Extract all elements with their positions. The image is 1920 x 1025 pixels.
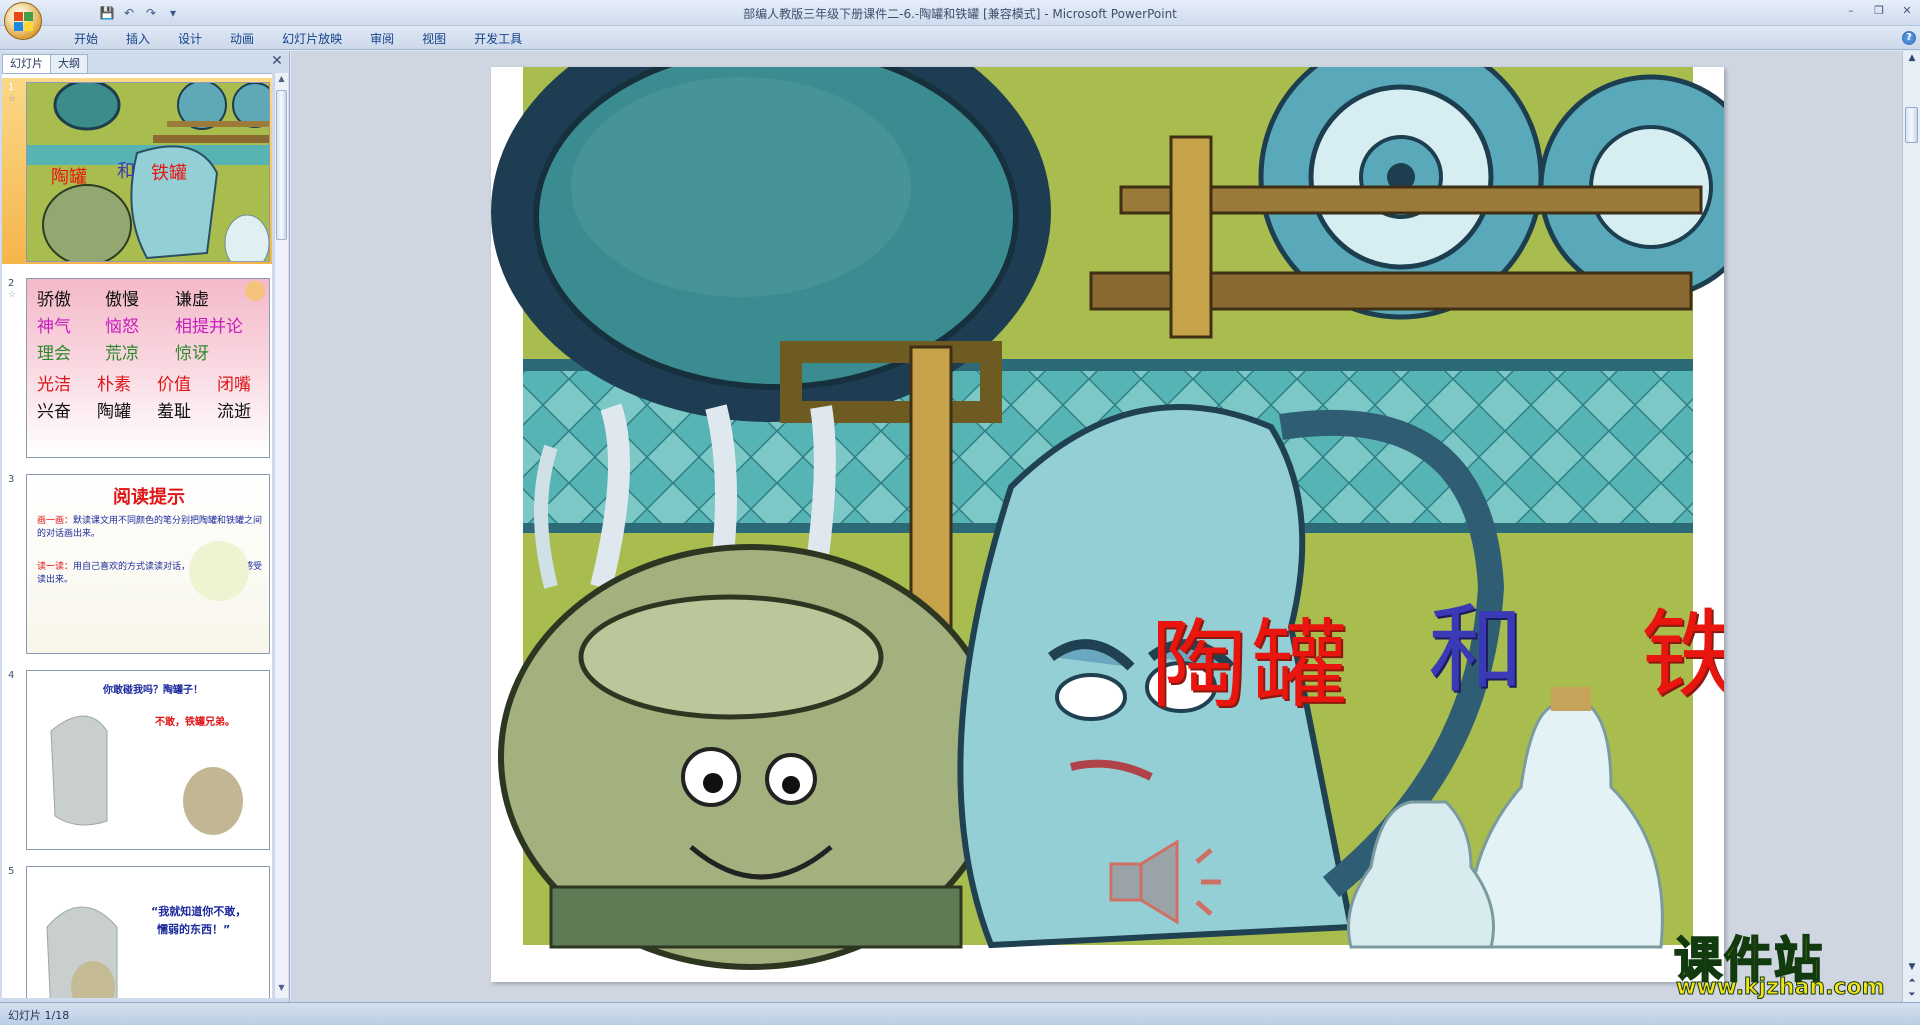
slide-thumbnail-4[interactable]: 4 你敢碰我吗？陶罐子！ 不敢，铁罐兄弟。 (2, 666, 272, 852)
slide-title-part-2[interactable]: 和 (1428, 572, 1524, 711)
word: 光洁 (37, 375, 71, 395)
word-row-1: 骄傲 傲慢 谦虚 (37, 287, 263, 314)
word: 价值 (157, 375, 191, 395)
close-button[interactable]: ✕ (1900, 3, 1914, 17)
label: 画一画： (37, 516, 74, 526)
word: 流逝 (217, 402, 251, 422)
thumbnail-preview: 骄傲 傲慢 谦虚 神气 恼怒 相提并论 理会 荒凉 惊讶 光洁 朴素 价值 闭嘴… (26, 278, 270, 458)
thumb-title-a: 陶罐 (51, 167, 87, 188)
slide-illustration (491, 67, 1724, 970)
slide-number: 3 (8, 474, 15, 485)
word: 陶罐 (97, 402, 131, 422)
scroll-down-icon[interactable]: ▼ (276, 983, 287, 997)
word: 惊讶 (175, 344, 209, 364)
label: 读一读： (37, 562, 74, 572)
ribbon-tab-row: 开始 插入 设计 动画 幻灯片放映 审阅 视图 开发工具 ? (0, 26, 1920, 50)
scrollbar-thumb[interactable] (276, 90, 287, 240)
watermark-url: www.kjzhan.com (1676, 975, 1886, 1001)
animation-star-icon: ☆ (8, 94, 17, 104)
slides-pane: 幻灯片 大纲 ✕ 1 ☆ 陶罐 和 铁罐 2 ☆ 骄傲 傲慢 谦虚 神气 恼怒 … (0, 51, 290, 1002)
scroll-up-icon[interactable]: ▲ (276, 74, 287, 88)
thumbnail-preview: 阅读提示 画一画：默读课文用不同颜色的笔分别把陶罐和铁罐之间的对话画出来。 读一… (26, 474, 270, 654)
tab-developer[interactable]: 开发工具 (460, 30, 536, 48)
tab-design[interactable]: 设计 (164, 30, 216, 48)
slide-counter: 幻灯片 1/18 (8, 1009, 70, 1022)
thumb-title-b: 和 (117, 161, 135, 182)
word: 相提并论 (175, 317, 243, 337)
tab-home[interactable]: 开始 (60, 30, 112, 48)
dialogue-line-1: “我就知道你不敢， (151, 905, 247, 918)
word: 朴素 (97, 375, 131, 395)
minimize-button[interactable]: – (1844, 3, 1858, 17)
word-row-4: 光洁 朴素 价值 闭嘴 (37, 372, 263, 399)
restore-button[interactable]: ❐ (1872, 3, 1886, 17)
decoration-circle (189, 541, 249, 601)
tab-view[interactable]: 视图 (408, 30, 460, 48)
workspace-scrollbar[interactable]: ▲ ▼ ⏶ ⏷ (1902, 51, 1920, 1002)
slide-title-part-1[interactable]: 陶罐 (1151, 587, 1351, 726)
title-bar: 💾 ↶ ↷ ▾ 部编人教版三年级下册课件二-6.-陶罐和铁罐 [兼容模式] - … (0, 0, 1920, 26)
tab-animations[interactable]: 动画 (216, 30, 268, 48)
slide-thumbnail-3[interactable]: 3 阅读提示 画一画：默读课文用不同颜色的笔分别把陶罐和铁罐之间的对话画出来。 … (2, 470, 272, 656)
animation-star-icon: ☆ (8, 290, 17, 300)
thumbnail-scrollbar[interactable]: ▲ ▼ (274, 73, 288, 998)
current-slide[interactable]: 陶罐 和 铁罐 (491, 67, 1724, 982)
slide-thumbnail-5[interactable]: 5 “我就知道你不敢， 懦弱的东西！” (2, 862, 272, 998)
pane-tabs: 幻灯片 大纲 (2, 53, 288, 73)
word-row-2: 神气 恼怒 相提并论 (37, 314, 263, 341)
thumbnail-preview: “我就知道你不敢， 懦弱的东西！” (26, 866, 270, 998)
slide-number: 2 (8, 278, 15, 289)
slide-number: 5 (8, 866, 15, 877)
word: 傲慢 (105, 290, 139, 310)
word: 神气 (37, 317, 71, 337)
slide-number: 1 (8, 82, 15, 93)
thumb-paragraph-1: 画一画：默读课文用不同颜色的笔分别把陶罐和铁罐之间的对话画出来。 (37, 515, 265, 541)
office-button[interactable] (4, 2, 42, 40)
word: 荒凉 (105, 344, 139, 364)
thumbnail-illustration (50, 715, 243, 835)
word-row-3: 理会 荒凉 惊讶 (37, 341, 263, 368)
word: 闭嘴 (217, 375, 251, 395)
slide-title-part-3[interactable]: 铁罐 (1641, 577, 1724, 716)
dialogue-text: “我就知道你不敢， 懦弱的东西！” (151, 903, 246, 939)
word: 骄傲 (37, 290, 71, 310)
word: 理会 (37, 344, 71, 364)
decoration-icon (245, 281, 265, 301)
tab-review[interactable]: 审阅 (356, 30, 408, 48)
tab-outline[interactable]: 大纲 (50, 54, 88, 73)
slide-thumbnail-1[interactable]: 1 ☆ 陶罐 和 铁罐 (2, 78, 272, 264)
help-icon[interactable]: ? (1902, 31, 1916, 45)
tab-insert[interactable]: 插入 (112, 30, 164, 48)
word-row-5: 兴奋 陶罐 羞耻 流逝 (37, 399, 263, 426)
thumbnail-preview: 你敢碰我吗？陶罐子！ 不敢，铁罐兄弟。 (26, 670, 270, 850)
scrollbar-thumb[interactable] (1905, 107, 1918, 143)
thumbnail-list: 1 ☆ 陶罐 和 铁罐 2 ☆ 骄傲 傲慢 谦虚 神气 恼怒 相提并论 理会 荒… (2, 73, 272, 998)
ribbon-tabs: 开始 插入 设计 动画 幻灯片放映 审阅 视图 开发工具 (60, 30, 536, 48)
word: 恼怒 (105, 317, 139, 337)
word: 兴奋 (37, 402, 71, 422)
word: 羞耻 (157, 402, 191, 422)
scroll-up-icon[interactable]: ▲ (1906, 53, 1918, 63)
watermark-logo: 课件站 www.kjzhan.com (1668, 920, 1908, 1001)
thumb-heading: 阅读提示 (113, 487, 185, 508)
thumbnail-preview: 陶罐 和 铁罐 (26, 82, 270, 262)
dialogue-line-2: 懦弱的东西！” (157, 923, 231, 936)
tab-slide-show[interactable]: 幻灯片放映 (268, 30, 356, 48)
word: 谦虚 (175, 290, 209, 310)
slide-thumbnail-2[interactable]: 2 ☆ 骄傲 傲慢 谦虚 神气 恼怒 相提并论 理会 荒凉 惊讶 光洁 朴素 价… (2, 274, 272, 460)
window-title: 部编人教版三年级下册课件二-6.-陶罐和铁罐 [兼容模式] - Microsof… (743, 7, 1177, 21)
office-logo-icon (14, 12, 34, 32)
pane-close-icon[interactable]: ✕ (269, 53, 285, 69)
window-controls: – ❐ ✕ (1844, 3, 1914, 17)
slide-number: 4 (8, 670, 15, 681)
status-bar: 幻灯片 1/18 (0, 1002, 1920, 1025)
thumb-title-c: 铁罐 (151, 163, 187, 184)
tab-slides[interactable]: 幻灯片 (2, 54, 51, 73)
